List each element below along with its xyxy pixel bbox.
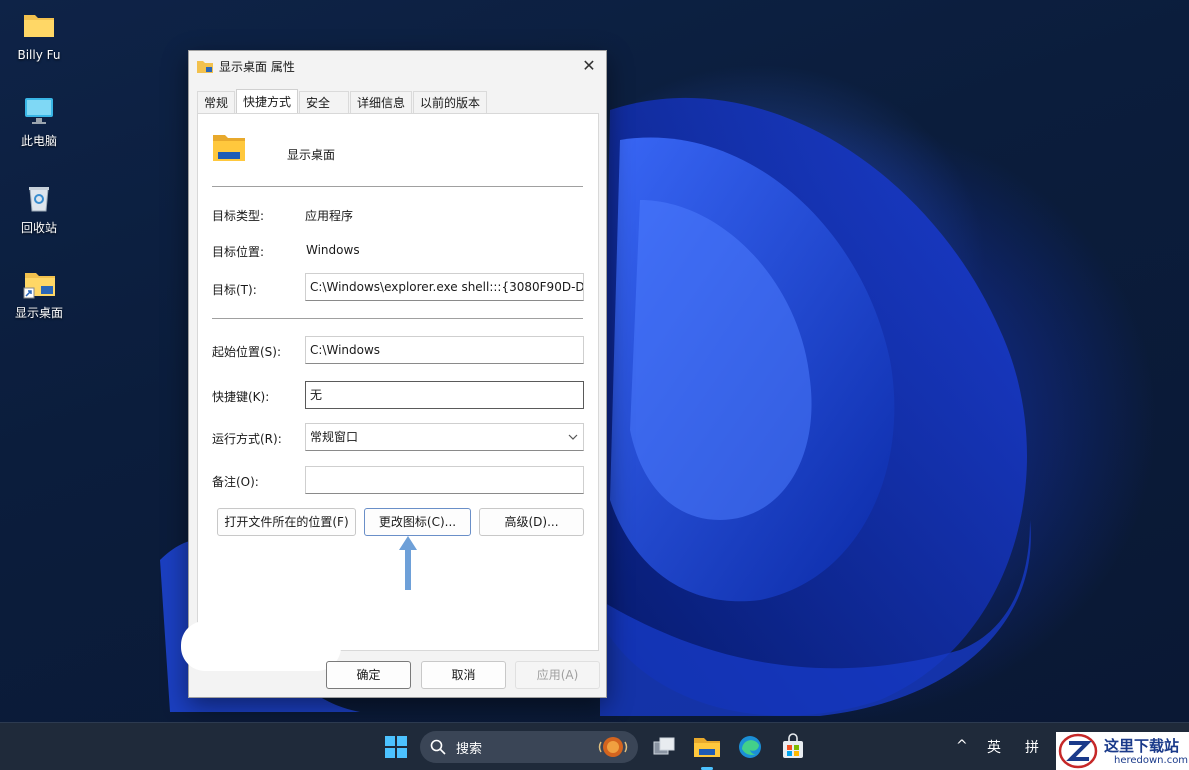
edge-button[interactable] (734, 731, 766, 763)
windows-logo-icon (385, 736, 407, 758)
change-icon-button[interactable]: 更改图标(C)... (364, 508, 471, 536)
desktop-icon-user-folder[interactable]: Billy Fu (3, 10, 75, 62)
desktop-icon-label: 回收站 (20, 221, 57, 235)
taskbar: 搜索 ^ 英 拼 (0, 722, 1189, 770)
blur-patch (181, 621, 341, 671)
dialog-title: 显示桌面 属性 (219, 59, 295, 74)
target-location-value: Windows (306, 243, 360, 257)
shortcut-panel: 显示桌面 目标类型: 应用程序 目标位置: Windows 目标(T): C:\… (197, 113, 599, 651)
desktop-icon-label: Billy Fu (17, 48, 61, 62)
search-highlight-icon (596, 734, 630, 764)
tab-security[interactable]: 安全 (299, 91, 350, 113)
desktop-icon-this-pc[interactable]: 此电脑 (3, 96, 75, 148)
target-label: 目标(T): (212, 283, 257, 297)
shortcut-folder-icon (23, 268, 55, 300)
tray-overflow-chevron[interactable]: ^ (956, 738, 968, 754)
ok-button[interactable]: 确定 (326, 661, 411, 689)
ime-mode-indicator[interactable]: 拼 (1025, 737, 1039, 757)
start-in-label: 起始位置(S): (212, 345, 282, 359)
run-select[interactable]: 常规窗口 (305, 423, 584, 451)
ime-language-indicator[interactable]: 英 (987, 737, 1001, 757)
comment-input[interactable] (305, 466, 584, 494)
apply-button[interactable]: 应用(A) (515, 661, 600, 689)
watermark-z-icon (1058, 733, 1098, 770)
search-box[interactable]: 搜索 (420, 731, 638, 763)
desktop-icon-show-desktop[interactable]: 显示桌面 (3, 268, 75, 320)
tab-general[interactable]: 常规 (197, 91, 236, 113)
shortcut-folder-icon (212, 132, 246, 165)
arrow-up-annotation (396, 534, 420, 595)
task-view-button[interactable] (648, 731, 680, 763)
recycle-bin-icon (23, 183, 55, 215)
search-icon (430, 739, 446, 759)
desktop-icon-label: 此电脑 (20, 134, 57, 148)
close-icon[interactable]: ✕ (578, 55, 600, 77)
tab-strip: 常规 快捷方式 安全 详细信息 以前的版本 (197, 89, 488, 113)
folder-icon (23, 10, 55, 42)
tab-previous-versions[interactable]: 以前的版本 (413, 91, 488, 113)
store-button[interactable] (777, 731, 809, 763)
task-view-icon (653, 737, 675, 755)
divider (212, 318, 583, 319)
tab-shortcut[interactable]: 快捷方式 (236, 89, 299, 113)
open-file-location-button[interactable]: 打开文件所在的位置(F) (217, 508, 356, 536)
comment-label: 备注(O): (212, 475, 259, 489)
shortcut-name: 显示桌面 (287, 148, 336, 162)
search-placeholder: 搜索 (456, 742, 483, 757)
cancel-button[interactable]: 取消 (421, 661, 506, 689)
chevron-down-icon (567, 424, 579, 450)
run-select-value: 常规窗口 (310, 430, 359, 444)
advanced-button[interactable]: 高级(D)... (479, 508, 584, 536)
start-in-input[interactable]: C:\Windows (305, 336, 584, 364)
properties-dialog: 显示桌面 属性 ✕ 常规 快捷方式 安全 详细信息 以前的版本 显示桌面 目标类… (181, 50, 607, 698)
desktop-icon-label: 显示桌面 (14, 306, 63, 320)
monitor-icon (23, 96, 55, 128)
folder-shortcut-icon (197, 60, 213, 73)
file-explorer-button[interactable] (691, 731, 723, 770)
divider (212, 186, 583, 187)
file-explorer-icon (694, 738, 720, 757)
watermark-text-cn: 这里下载站 (1104, 737, 1180, 755)
target-type-label: 目标类型: (212, 209, 265, 223)
hotkey-label: 快捷键(K): (212, 390, 270, 404)
target-type-value: 应用程序 (305, 209, 354, 223)
dialog-titlebar[interactable]: 显示桌面 属性 ✕ (189, 51, 606, 81)
watermark-text-en: heredown.com (1114, 755, 1189, 766)
hotkey-input[interactable]: 无 (305, 381, 584, 409)
start-button[interactable] (380, 731, 412, 763)
run-label: 运行方式(R): (212, 432, 282, 446)
desktop-icon-recycle-bin[interactable]: 回收站 (3, 183, 75, 235)
edge-icon (739, 736, 761, 758)
tab-details[interactable]: 详细信息 (350, 91, 413, 113)
target-input[interactable]: C:\Windows\explorer.exe shell:::{3080F90… (305, 273, 584, 301)
store-icon (783, 733, 803, 758)
target-location-label: 目标位置: (212, 245, 265, 259)
watermark-logo: 这里下载站 heredown.com (1056, 732, 1189, 770)
